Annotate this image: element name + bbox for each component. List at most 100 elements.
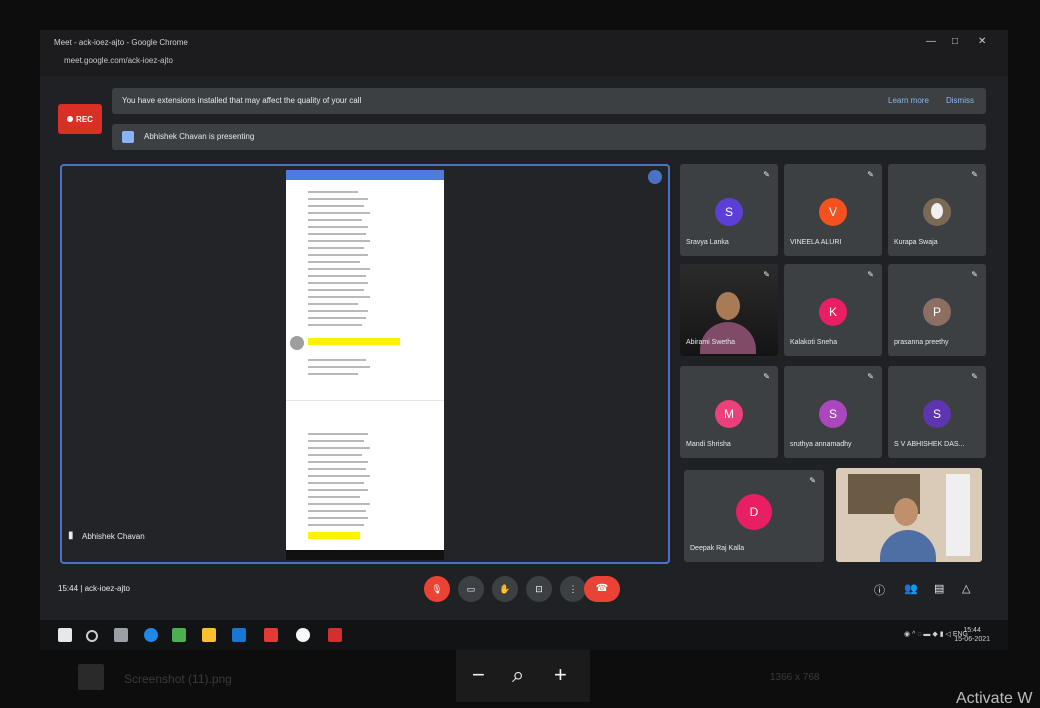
close-icon[interactable]: ✕ <box>978 36 986 47</box>
monitor-frame: Meet - ack-ioez-ajto - Google Chrome mee… <box>0 0 1040 708</box>
self-video-tile[interactable] <box>836 468 982 562</box>
document-toolbar <box>286 170 444 180</box>
record-icon <box>67 116 74 122</box>
avatar: K <box>819 298 847 326</box>
person-body <box>880 530 936 562</box>
pin-icon[interactable] <box>648 170 662 184</box>
participant-tile[interactable]: ✎ K Kalakoti Sneha <box>784 264 882 356</box>
mic-off-icon: ✎ <box>809 476 816 485</box>
text-line <box>308 489 368 491</box>
meet-screen: Meet - ack-ioez-ajto - Google Chrome mee… <box>40 30 1008 650</box>
meeting-info: 15:44 | ack-ioez-ajto <box>58 584 130 593</box>
participant-name: Sravya Lanka <box>686 239 729 246</box>
avatar: S <box>819 400 847 428</box>
text-line <box>308 261 360 263</box>
mic-off-icon: ✎ <box>763 270 770 279</box>
background-stand <box>946 474 970 556</box>
participant-tile[interactable]: ✎ D Deepak Raj Kalla <box>684 470 824 562</box>
presentation-tile[interactable]: ▮ Abhishek Chavan <box>60 164 670 564</box>
shared-document <box>286 170 444 560</box>
text-line <box>308 226 368 228</box>
mic-off-icon: ✎ <box>867 270 874 279</box>
presenting-banner: Abhishek Chavan is presenting <box>112 124 986 150</box>
present-screen-icon <box>122 131 134 143</box>
document-navbar <box>286 550 444 560</box>
mic-off-icon: ✎ <box>867 170 874 179</box>
participant-tile[interactable]: ✎ M Mandi Shrisha <box>680 366 778 458</box>
participant-tile[interactable]: ✎ S sruthya annamadhy <box>784 366 882 458</box>
zoom-out-button[interactable]: − <box>472 662 485 688</box>
activate-windows-watermark: Activate W <box>956 690 1033 707</box>
activities-icon[interactable]: △ <box>962 582 970 595</box>
participant-video-tile[interactable]: ✎ Abirami Swetha <box>680 264 778 356</box>
text-line <box>308 212 370 214</box>
text-line <box>308 310 368 312</box>
text-line <box>308 517 368 519</box>
address-bar[interactable]: meet.google.com/ack-ioez-ajto <box>64 56 173 65</box>
zoom-controls: − ⌕ + <box>456 650 590 702</box>
camera-button[interactable]: ▭ <box>458 576 484 602</box>
people-icon[interactable]: 👥 <box>904 582 918 595</box>
text-line <box>308 303 358 305</box>
participant-tile[interactable]: ✎ V VINEELA ALURI <box>784 164 882 256</box>
text-line <box>308 198 368 200</box>
text-line <box>308 373 358 375</box>
edge-icon[interactable] <box>144 628 158 642</box>
text-line <box>308 233 366 235</box>
text-line <box>308 317 366 319</box>
text-line <box>308 205 364 207</box>
recording-badge: REC <box>58 104 102 134</box>
participant-tile[interactable]: ✎ Kurapa Swaja <box>888 164 986 256</box>
file-explorer-icon[interactable] <box>202 628 216 642</box>
avatar: S <box>923 400 951 428</box>
document-text-block <box>286 186 444 326</box>
store-icon[interactable] <box>232 628 246 642</box>
highlighted-text <box>308 532 360 539</box>
dismiss-button[interactable]: Dismiss <box>946 96 974 105</box>
chrome-icon[interactable] <box>172 628 186 642</box>
text-line <box>308 510 366 512</box>
windows-start-icon[interactable] <box>58 628 72 642</box>
recording-label: REC <box>76 114 93 124</box>
highlighted-text <box>308 338 400 345</box>
participant-name: Deepak Raj Kalla <box>690 545 745 552</box>
zoom-search-icon[interactable]: ⌕ <box>512 662 524 688</box>
meeting-time: 15:44 <box>58 584 79 593</box>
text-line <box>308 324 362 326</box>
page-separator <box>286 400 444 401</box>
present-button[interactable]: ⊡ <box>526 576 552 602</box>
participant-tile[interactable]: ✎ P prasanna preethy <box>888 264 986 356</box>
acrobat-icon[interactable] <box>328 628 342 642</box>
search-icon[interactable] <box>86 630 98 642</box>
raise-hand-button[interactable]: ✋ <box>492 576 518 602</box>
office-icon[interactable] <box>264 628 278 642</box>
mic-button[interactable]: 🎙 <box>424 576 450 602</box>
text-line <box>308 219 362 221</box>
participant-tile[interactable]: ✎ S S V ABHISHEK DAS... <box>888 366 986 458</box>
end-call-button[interactable]: ☎ <box>584 576 620 602</box>
learn-more-link[interactable]: Learn more <box>888 96 929 105</box>
more-options-button[interactable]: ⋮ <box>560 576 586 602</box>
file-thumbnail[interactable] <box>78 664 104 690</box>
document-text-block <box>286 354 444 375</box>
text-line <box>308 496 360 498</box>
text-line <box>308 440 364 442</box>
participant-tile[interactable]: ✎ S Sravya Lanka <box>680 164 778 256</box>
chat-icon[interactable]: ▤ <box>934 582 944 595</box>
info-icon[interactable]: ⓘ <box>874 582 885 598</box>
taskbar-clock[interactable]: 15:44 15-06-2021 <box>954 626 990 644</box>
extension-notice: You have extensions installed that may a… <box>112 88 986 114</box>
photo-face <box>931 203 943 219</box>
minimize-icon[interactable]: — <box>926 36 936 47</box>
mic-off-icon: ✎ <box>763 170 770 179</box>
zoom-in-button[interactable]: + <box>554 662 567 688</box>
text-line <box>308 468 366 470</box>
media-player-icon[interactable] <box>296 628 310 642</box>
task-view-icon[interactable] <box>114 628 128 642</box>
image-viewer-bar: Screenshot (11).png − ⌕ + 1366 x 768 Act… <box>0 650 1040 708</box>
text-line <box>308 461 368 463</box>
person-face <box>716 292 740 320</box>
image-size: 1366 x 768 <box>770 672 820 683</box>
browser-title: Meet - ack-ioez-ajto - Google Chrome <box>54 38 188 47</box>
maximize-icon[interactable]: □ <box>952 36 958 47</box>
